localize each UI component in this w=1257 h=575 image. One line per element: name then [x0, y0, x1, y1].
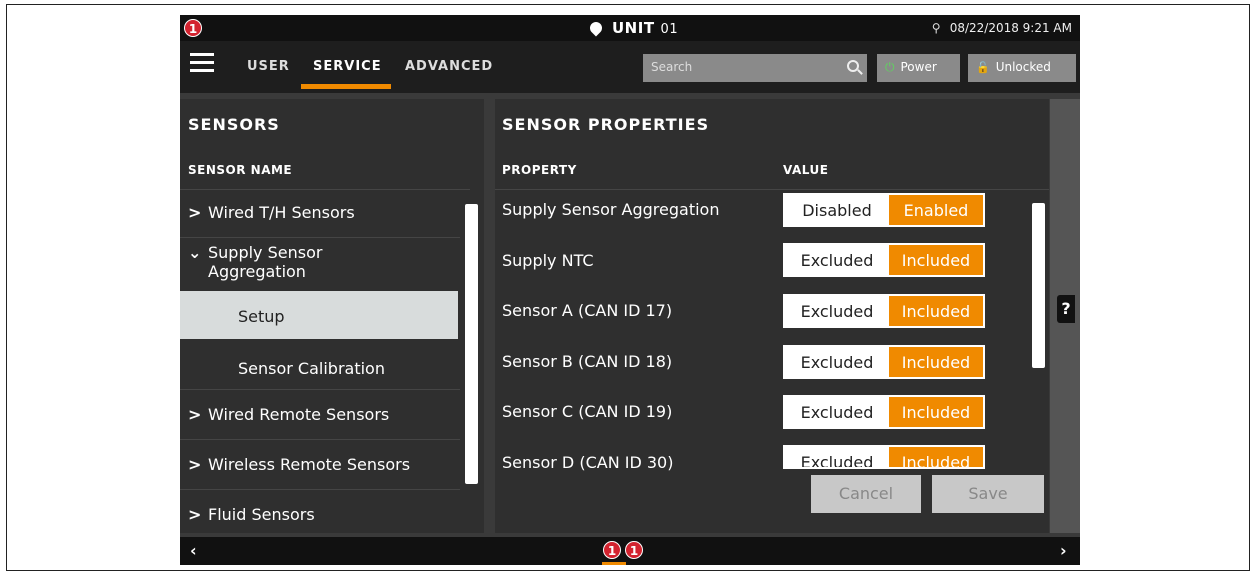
- property-label: Sensor A (CAN ID 17): [502, 301, 673, 320]
- property-header: PROPERTY: [502, 163, 577, 177]
- page-indicator: [602, 562, 626, 565]
- sensors-panel: SENSORS SENSOR NAME > Wired T/H Sensors ⌄…: [180, 99, 484, 533]
- display-device: 1 UNIT 01 ⚲ 08/22/2018 9:21 AM USER SERVIC…: [180, 15, 1080, 565]
- tab-advanced[interactable]: ADVANCED: [405, 59, 493, 74]
- chevron-right-icon: >: [188, 455, 202, 474]
- sensor-item-label: Fluid Sensors: [208, 505, 315, 521]
- toggle-off-option[interactable]: Excluded: [785, 245, 889, 275]
- sensor-item-wired-remote[interactable]: > Wired Remote Sensors: [180, 405, 470, 424]
- sensors-scrollbar[interactable]: [465, 204, 478, 484]
- properties-title: SENSOR PROPERTIES: [502, 115, 710, 134]
- properties-scrollbar[interactable]: [1032, 203, 1045, 368]
- property-label: Sensor B (CAN ID 18): [502, 352, 673, 371]
- toggle-off-option[interactable]: Excluded: [785, 296, 889, 326]
- sensor-item-supply-aggregation[interactable]: ⌄ Supply Sensor Aggregation: [180, 243, 470, 281]
- unit-number: 01: [660, 22, 679, 37]
- supply-ntc-toggle[interactable]: Excluded Included: [783, 243, 985, 277]
- sensor-subitem-setup[interactable]: Setup: [180, 291, 458, 339]
- tab-service[interactable]: SERVICE: [313, 59, 382, 74]
- alert-icon[interactable]: 1: [603, 541, 621, 559]
- toggle-on-option[interactable]: Included: [889, 447, 983, 467]
- toggle-off-option[interactable]: Excluded: [785, 447, 889, 467]
- power-icon: ⏻: [885, 60, 895, 74]
- lock-label: Unlocked: [995, 60, 1051, 74]
- divider: [180, 439, 460, 440]
- cancel-button[interactable]: Cancel: [811, 475, 921, 513]
- chevron-left-icon[interactable]: ‹: [190, 541, 197, 560]
- sensor-b-toggle[interactable]: Excluded Included: [783, 345, 985, 379]
- toggle-on-option[interactable]: Included: [889, 296, 983, 326]
- divider: [180, 389, 460, 390]
- toggle-on-option[interactable]: Enabled: [889, 195, 983, 225]
- datetime-text: 08/22/2018 9:21 AM: [949, 21, 1072, 35]
- sensor-item-label-line2: Aggregation: [208, 262, 306, 281]
- toggle-on-option[interactable]: Included: [889, 245, 983, 275]
- property-label: Sensor C (CAN ID 19): [502, 402, 673, 421]
- sensor-subitem-calibration[interactable]: Sensor Calibration: [180, 359, 470, 378]
- sensor-item-label: Wired T/H Sensors: [208, 203, 355, 222]
- unlock-icon: 🔓: [976, 61, 990, 74]
- sensor-item-wireless-remote[interactable]: > Wireless Remote Sensors: [180, 455, 470, 474]
- sensor-item-fluid[interactable]: > Fluid Sensors: [180, 505, 470, 521]
- sensor-item-label: Wireless Remote Sensors: [208, 455, 411, 474]
- toggle-off-option[interactable]: Disabled: [785, 195, 889, 225]
- divider: [180, 237, 460, 238]
- chevron-down-icon: ⌄: [188, 243, 202, 262]
- sensor-a-toggle[interactable]: Excluded Included: [783, 294, 985, 328]
- search-input[interactable]: Search: [643, 54, 867, 82]
- toggle-off-option[interactable]: Excluded: [785, 347, 889, 377]
- power-button[interactable]: ⏻ Power: [877, 54, 960, 82]
- chevron-right-icon: >: [188, 505, 202, 521]
- bottom-bar: ‹ 1 1 ›: [180, 537, 1080, 565]
- unit-indicator: UNIT 01: [587, 19, 679, 37]
- alert-icon[interactable]: 1: [184, 19, 202, 37]
- power-label: Power: [900, 60, 937, 74]
- hamburger-menu-icon[interactable]: [190, 53, 214, 73]
- search-icon[interactable]: [847, 60, 859, 72]
- alert-icon[interactable]: 1: [625, 541, 643, 559]
- active-tab-indicator: [301, 84, 391, 89]
- location-pin-icon: [587, 19, 605, 37]
- property-label: Sensor D (CAN ID 30): [502, 453, 674, 472]
- sensor-properties-panel: SENSOR PROPERTIES PROPERTY VALUE Supply …: [495, 99, 1049, 533]
- search-placeholder: Search: [651, 60, 693, 74]
- sensors-title: SENSORS: [188, 115, 280, 134]
- toggle-off-option[interactable]: Excluded: [785, 397, 889, 427]
- help-button[interactable]: ?: [1057, 295, 1075, 323]
- toggle-on-option[interactable]: Included: [889, 347, 983, 377]
- sensor-item-label: Supply Sensor: [208, 243, 323, 262]
- status-bar: 1 UNIT 01 ⚲ 08/22/2018 9:21 AM: [180, 15, 1080, 41]
- divider: [180, 489, 460, 490]
- sensor-name-header: SENSOR NAME: [188, 163, 293, 177]
- divider: [495, 189, 1049, 190]
- aggregation-toggle[interactable]: Disabled Enabled: [783, 193, 985, 227]
- usb-icon: ⚲: [931, 21, 941, 35]
- property-label: Supply NTC: [502, 251, 594, 270]
- chevron-right-icon[interactable]: ›: [1060, 541, 1067, 560]
- tab-user[interactable]: USER: [247, 59, 290, 74]
- sensor-item-wired-th[interactable]: > Wired T/H Sensors: [180, 203, 470, 222]
- lock-button[interactable]: 🔓 Unlocked: [968, 54, 1076, 82]
- sensor-item-label: Wired Remote Sensors: [208, 405, 390, 424]
- datetime-display: ⚲ 08/22/2018 9:21 AM: [932, 21, 1072, 35]
- unit-label: UNIT: [612, 19, 655, 37]
- toggle-on-option[interactable]: Included: [889, 397, 983, 427]
- nav-bar: USER SERVICE ADVANCED Search ⏻ Power 🔓 Unl…: [180, 41, 1080, 93]
- chevron-right-icon: >: [188, 203, 202, 222]
- divider: [180, 189, 470, 190]
- sensor-c-toggle[interactable]: Excluded Included: [783, 395, 985, 429]
- sensor-d-toggle[interactable]: Excluded Included: [783, 445, 985, 469]
- chevron-right-icon: >: [188, 405, 202, 424]
- value-header: VALUE: [783, 163, 829, 177]
- property-label: Supply Sensor Aggregation: [502, 200, 720, 219]
- save-button[interactable]: Save: [932, 475, 1044, 513]
